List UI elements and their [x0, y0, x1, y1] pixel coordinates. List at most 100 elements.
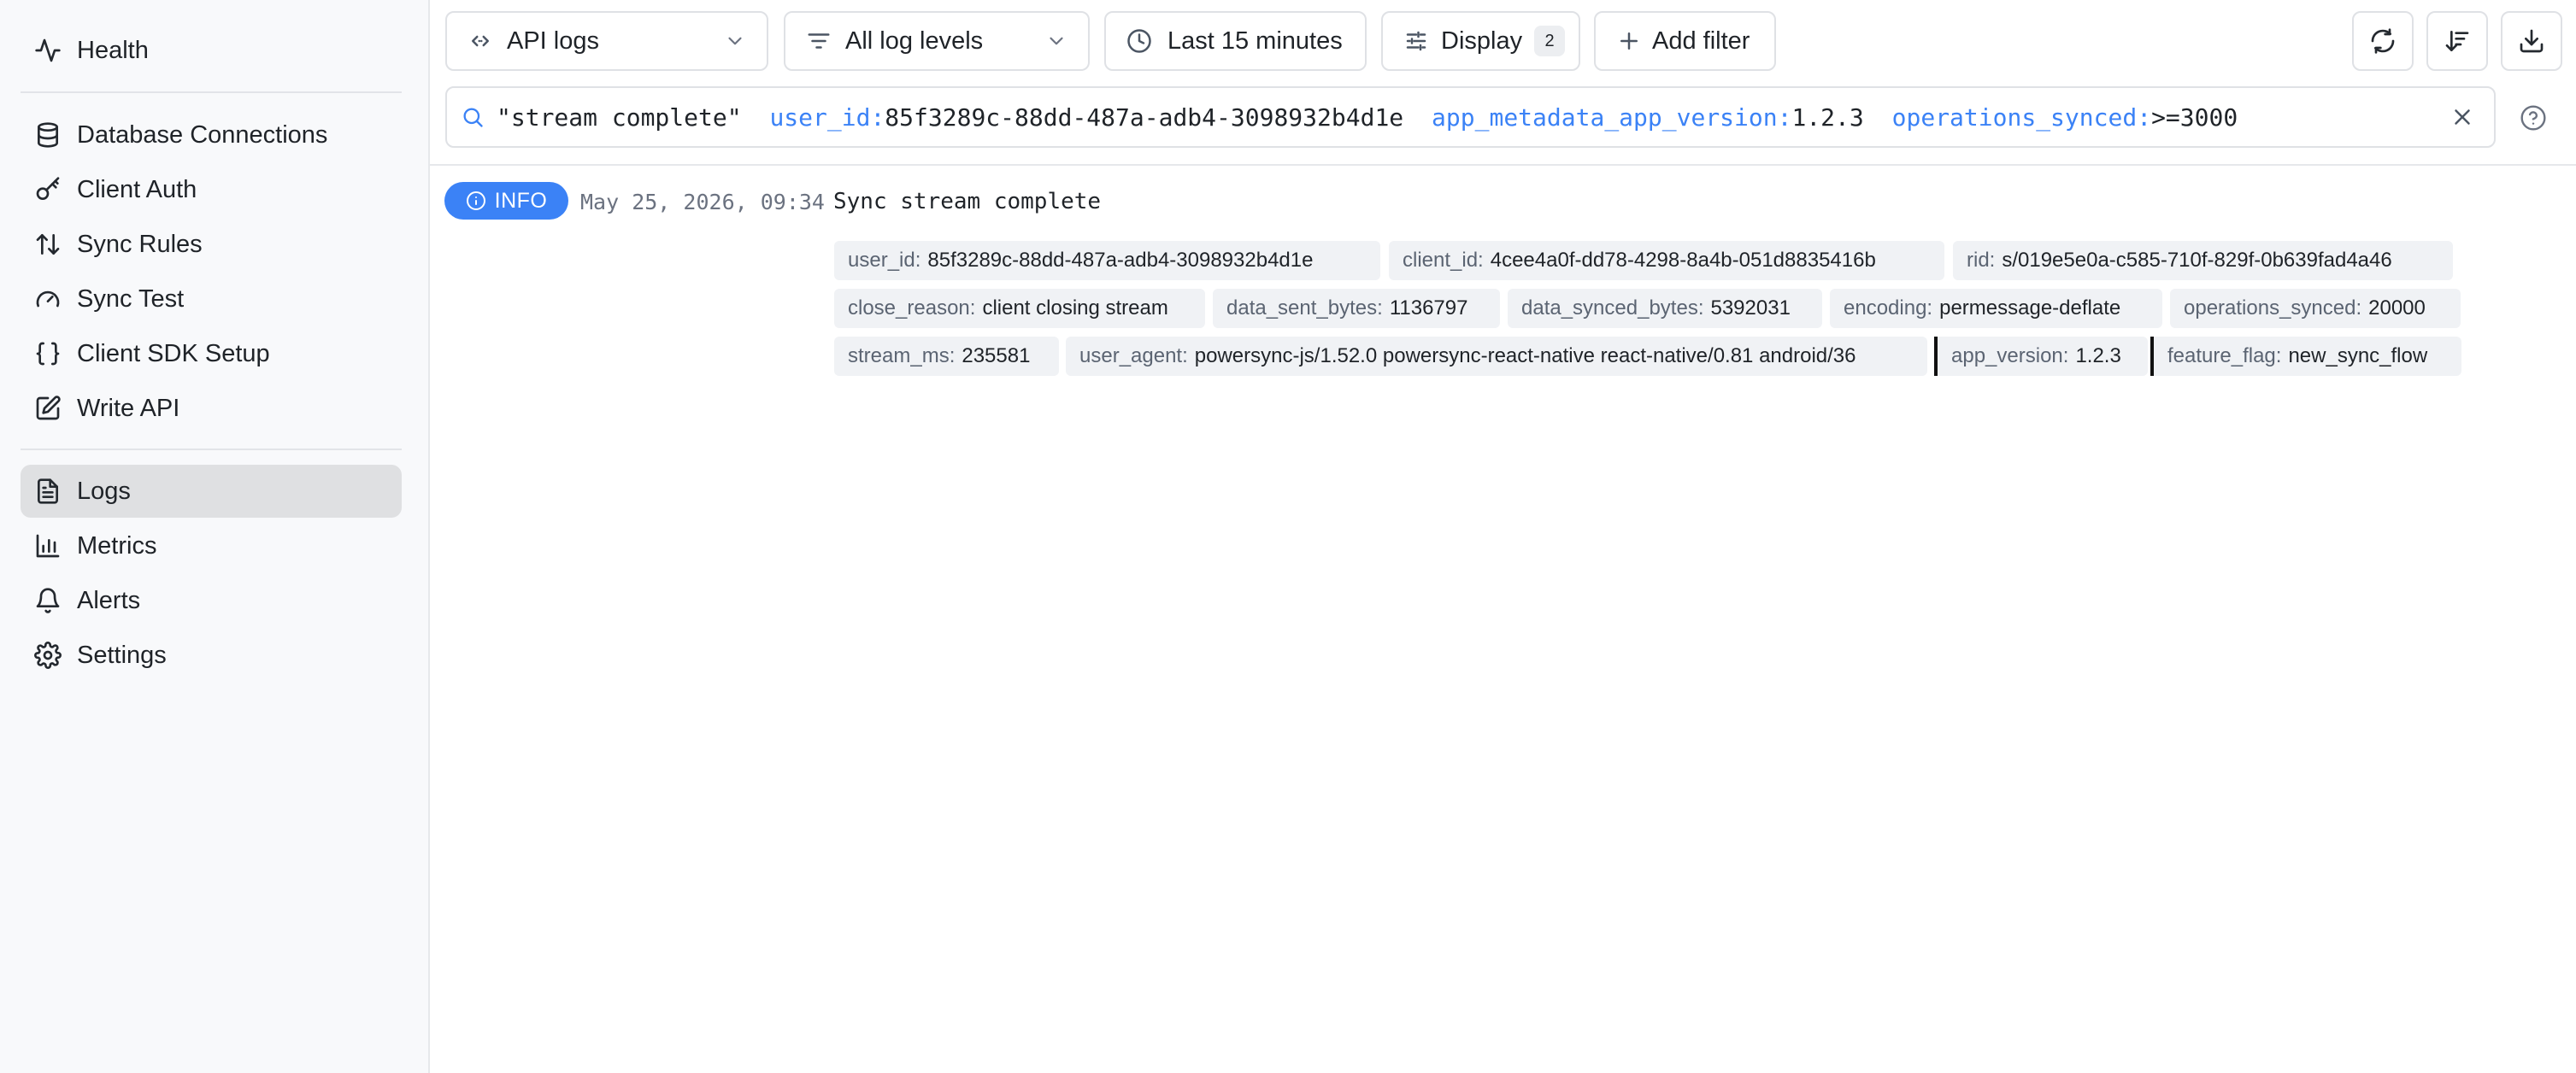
log-field-chip[interactable]: rid: s/019e5e0a-c585-710f-829f-0b639fad4a…: [1953, 241, 2453, 280]
sidebar-item-metrics[interactable]: Metrics: [21, 519, 402, 572]
time-range-button[interactable]: Last 15 minutes: [1104, 11, 1367, 71]
sidebar-item-label: Client SDK Setup: [77, 339, 270, 367]
log-field-key: stream_ms:: [848, 344, 956, 367]
log-field-chip[interactable]: close_reason: client closing stream: [834, 289, 1205, 328]
sidebar-item-health[interactable]: Health: [21, 24, 402, 77]
log-field-chip[interactable]: data_synced_bytes: 5392031: [1508, 289, 1822, 328]
search-phrase: "stream complete": [497, 103, 742, 132]
search-icon: [463, 108, 483, 127]
log-field-chip[interactable]: user_agent: powersync-js/1.52.0 powersync…: [1066, 337, 1927, 376]
clock-icon: [1127, 29, 1151, 53]
sidebar-item-logs[interactable]: Logs: [21, 465, 402, 518]
log-field-key: feature_flag:: [2167, 344, 2282, 367]
log-field-value: 235581: [962, 344, 1031, 367]
log-field-value: 85f3289c-88dd-487a-adb4-3098932b4d1e: [927, 249, 1314, 272]
log-message: Sync stream complete: [833, 189, 1102, 214]
log-field-chip[interactable]: operations_synced: 20000: [2170, 289, 2461, 328]
search-term-key: app_metadata_app_version:: [1432, 103, 1792, 132]
log-field-value: permessage-deflate: [1939, 296, 2121, 320]
gear-icon: [34, 642, 62, 669]
sidebar-item-label: Client Auth: [77, 175, 197, 203]
display-label: Display: [1441, 26, 1523, 55]
download-button[interactable]: [2501, 11, 2562, 71]
log-level-badge[interactable]: INFO: [444, 182, 568, 220]
display-button[interactable]: Display 2: [1381, 11, 1580, 71]
bar-chart-icon: [36, 534, 60, 558]
sidebar-item-label: Database Connections: [77, 120, 328, 149]
sidebar-item-label: Settings: [77, 641, 167, 669]
content-divider: [430, 164, 2576, 166]
display-count-badge: 2: [1534, 26, 1566, 56]
log-field-key: client_id:: [1403, 249, 1484, 272]
sidebar-item-label: Logs: [77, 477, 131, 505]
sidebar-divider: [21, 449, 402, 450]
log-field-key: encoding:: [1844, 296, 1933, 320]
search-term-value: >=3000: [2151, 103, 2238, 132]
log-field-chip[interactable]: user_id: 85f3289c-88dd-487a-adb4-3098932b…: [834, 241, 1380, 280]
log-field-key: rid:: [1967, 249, 1996, 272]
sidebar-item-write-api[interactable]: Write API: [21, 382, 402, 435]
log-field-chip[interactable]: client_id: 4cee4a0f-dd78-4298-8a4b-051d88…: [1389, 241, 1944, 280]
search-term-value: 85f3289c-88dd-487a-adb4-3098932b4d1e: [885, 103, 1404, 132]
log-field-value: 20000: [2368, 296, 2426, 320]
log-field-key: app_version:: [1951, 344, 2069, 367]
sidebar-item-label: Write API: [77, 394, 180, 422]
arrows-up-down-icon: [36, 234, 60, 255]
log-field-value: new_sync_flow: [2288, 344, 2428, 367]
sidebar-item-alerts[interactable]: Alerts: [21, 574, 402, 627]
log-field-value: powersync-js/1.52.0 powersync-react-nati…: [1194, 344, 1856, 367]
sidebar-item-client-sdk-setup[interactable]: Client SDK Setup: [21, 327, 402, 380]
log-field-key: operations_synced:: [2184, 296, 2362, 320]
edit-icon: [36, 396, 61, 420]
info-icon: [466, 191, 485, 210]
sidebar-item-database-connections[interactable]: Database Connections: [21, 108, 402, 161]
log-source-dropdown[interactable]: API logs: [445, 11, 768, 71]
log-field-chip[interactable]: data_sent_bytes: 1136797: [1213, 289, 1500, 328]
log-field-key: user_id:: [848, 249, 921, 272]
download-icon: [2520, 29, 2544, 53]
log-field-value: 1.2.3: [2075, 344, 2121, 367]
braces-icon: [36, 342, 60, 366]
log-field-key: data_sent_bytes:: [1226, 296, 1383, 320]
chevron-down-icon: [1050, 37, 1063, 45]
sidebar-item-settings[interactable]: Settings: [21, 629, 402, 682]
sidebar-item-label: Health: [77, 36, 149, 64]
plus-icon: [1620, 32, 1638, 50]
add-filter-button[interactable]: Add filter: [1594, 11, 1776, 71]
search-input[interactable]: "stream complete" user_id:85f3289c-88dd-…: [497, 103, 2238, 132]
search-term-key: operations_synced:: [1891, 103, 2152, 132]
sidebar-item-client-auth[interactable]: Client Auth: [21, 163, 402, 216]
gauge-icon: [36, 290, 60, 308]
help-icon[interactable]: [2520, 104, 2547, 132]
log-field-key: data_synced_bytes:: [1521, 296, 1704, 320]
clear-search-icon[interactable]: [2450, 104, 2475, 130]
activity-icon: [35, 38, 61, 62]
log-field-value: client closing stream: [982, 296, 1168, 320]
log-source-label: API logs: [507, 26, 599, 55]
search-term-value: 1.2.3: [1791, 103, 1864, 132]
search-query-bar[interactable]: "stream complete" user_id:85f3289c-88dd-…: [445, 86, 2496, 148]
log-field-chip[interactable]: encoding: permessage-deflate: [1830, 289, 2162, 328]
log-field-chip[interactable]: stream_ms: 235581: [834, 337, 1059, 376]
log-level-dropdown[interactable]: All log levels: [784, 11, 1090, 71]
sidebar-item-label: Sync Test: [77, 284, 185, 313]
chevron-down-icon: [728, 37, 742, 45]
file-text-icon: [38, 478, 58, 504]
sidebar-item-sync-test[interactable]: Sync Test: [21, 273, 402, 325]
log-field-chip-highlighted[interactable]: feature_flag: new_sync_flow: [2150, 337, 2461, 376]
search-term-key: user_id:: [769, 103, 885, 132]
refresh-button[interactable]: [2352, 11, 2414, 71]
sidebar: Health Database Connections Client Auth …: [0, 0, 430, 1073]
sidebar-item-label: Metrics: [77, 531, 157, 560]
bell-icon: [36, 588, 60, 613]
log-field-value: 5392031: [1710, 296, 1791, 320]
log-timestamp: May 25, 2026, 09:34: [580, 190, 825, 214]
sort-button[interactable]: [2426, 11, 2488, 71]
sliders-icon: [1406, 31, 1426, 51]
sidebar-item-sync-rules[interactable]: Sync Rules: [21, 218, 402, 271]
time-range-label: Last 15 minutes: [1167, 26, 1343, 55]
log-field-value: 4cee4a0f-dd78-4298-8a4b-051d8835416b: [1490, 249, 1876, 272]
log-field-key: close_reason:: [848, 296, 976, 320]
log-field-key: user_agent:: [1079, 344, 1188, 367]
log-field-chip-highlighted[interactable]: app_version: 1.2.3: [1934, 337, 2148, 376]
